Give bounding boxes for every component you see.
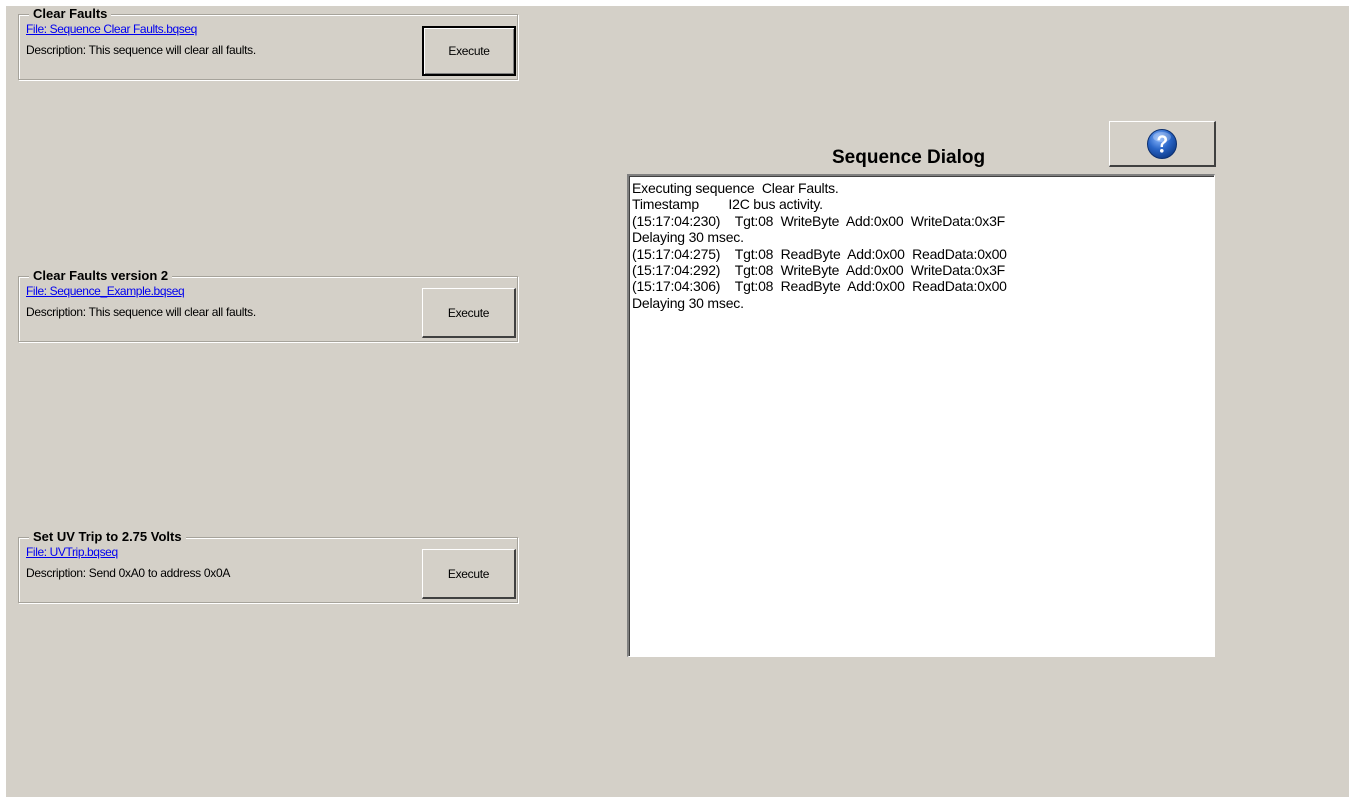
execute-button[interactable]: Execute <box>422 549 516 599</box>
sequence-title: Clear Faults <box>29 7 112 21</box>
sequence-title: Set UV Trip to 2.75 Volts <box>29 530 186 544</box>
log-line: (15:17:04:306) Tgt:08 ReadByte Add:0x00 … <box>632 278 1007 295</box>
sequence-file-link[interactable]: File: UVTrip.bqseq <box>26 545 118 559</box>
help-button[interactable] <box>1109 121 1216 167</box>
sequence-log-output[interactable]: Executing sequence Clear Faults. Timesta… <box>627 174 1215 657</box>
execute-button[interactable]: Execute <box>422 26 516 76</box>
execute-button[interactable]: Execute <box>422 288 516 338</box>
log-line: Executing sequence Clear Faults. <box>632 180 839 196</box>
log-line: Delaying 30 msec. <box>632 294 744 311</box>
sequence-file-link[interactable]: File: Sequence Clear Faults.bqseq <box>26 22 197 36</box>
log-line: Timestamp I2C bus activity. <box>632 196 823 213</box>
sequence-description: Description: This sequence will clear al… <box>26 43 256 57</box>
log-line: (15:17:04:275) Tgt:08 ReadByte Add:0x00 … <box>632 245 1007 262</box>
log-line: (15:17:04:292) Tgt:08 WriteByte Add:0x00… <box>632 262 1006 279</box>
sequence-panel: Clear Faults File: Sequence Clear Faults… <box>6 6 1349 797</box>
sequence-group-clear-faults-v2: Clear Faults version 2 File: Sequence_Ex… <box>18 269 518 342</box>
log-line: Delaying 30 msec. <box>632 229 744 246</box>
sequence-title: Clear Faults version 2 <box>29 269 173 283</box>
sequence-file-link[interactable]: File: Sequence_Example.bqseq <box>26 284 185 298</box>
question-mark-icon <box>1147 128 1177 159</box>
sequence-group-clear-faults: Clear Faults File: Sequence Clear Faults… <box>18 7 518 80</box>
sequence-description: Description: Send 0xA0 to address 0x0A <box>26 566 231 580</box>
log-line: (15:17:04:230) Tgt:08 WriteByte Add:0x00… <box>632 212 1006 229</box>
sequence-description: Description: This sequence will clear al… <box>26 305 256 319</box>
sequence-group-set-uv-trip: Set UV Trip to 2.75 Volts File: UVTrip.b… <box>18 530 518 603</box>
sequence-dialog-title: Sequence Dialog <box>832 147 986 168</box>
